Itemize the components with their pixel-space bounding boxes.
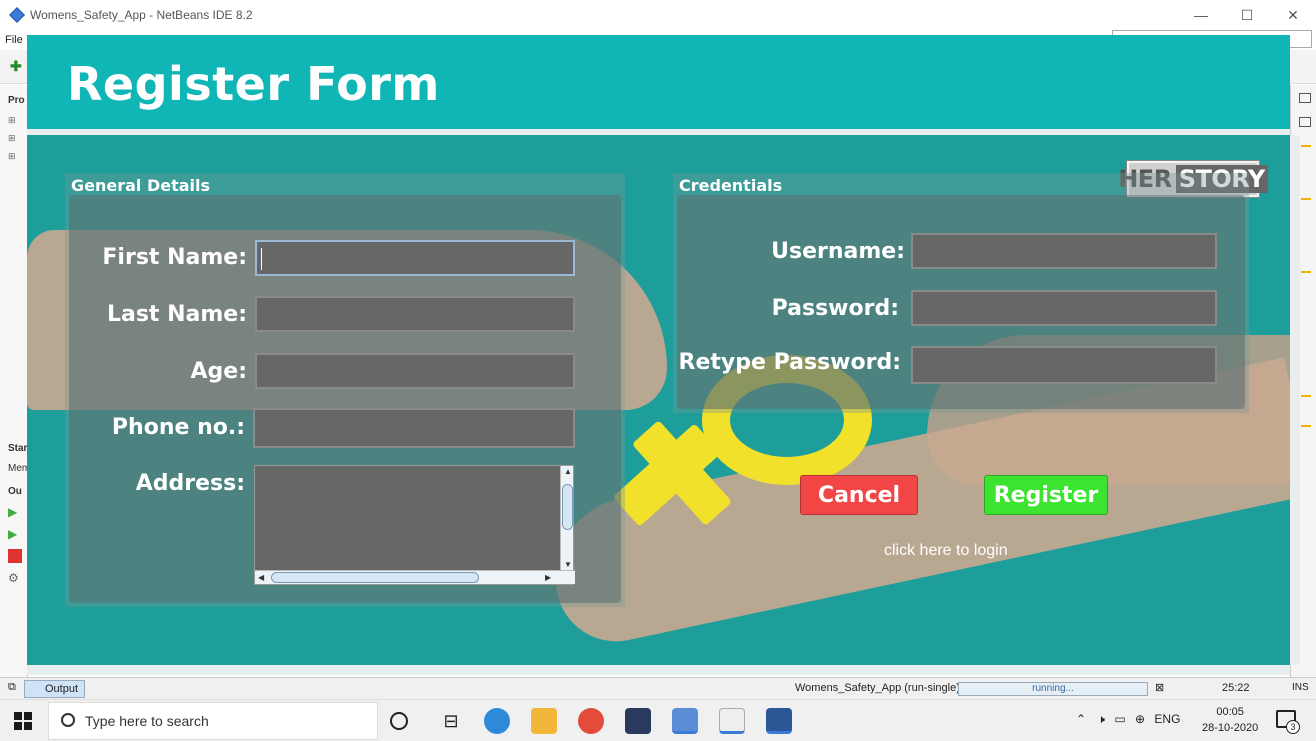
chrome-icon[interactable] [578,708,604,734]
cortana-icon[interactable] [390,712,408,730]
settings-icon[interactable]: ⚙ [8,571,22,585]
warning-marker[interactable] [1301,271,1311,273]
clock-date: 28-10-2020 [1202,722,1259,734]
close-button[interactable]: ✕ [1270,0,1316,30]
browser-icon[interactable] [484,708,510,734]
ide-left-panel: Pro ⊞ ⊞ ⊞ Star Mem Ou ▶ ▶ ⚙ [0,85,30,677]
address-textarea[interactable]: ▲ ▼ ◀ ▶ [254,465,575,585]
form-header: Register Form [27,35,1290,129]
menu-file[interactable]: File [5,34,23,46]
new-project-icon[interactable]: ✚ [10,58,26,74]
scroll-down-icon[interactable]: ▼ [564,560,572,569]
speaker-icon[interactable]: 🕨 [1097,712,1105,726]
run-progress-bar[interactable]: running... [958,682,1148,696]
search-icon [61,713,75,727]
netbeans-icon [9,7,25,23]
last-name-label: Last Name: [106,302,247,327]
scroll-up-icon[interactable]: ▲ [564,467,572,476]
cancel-button[interactable]: Cancel [800,475,918,515]
scroll-left-icon[interactable]: ◀ [258,573,264,582]
tree-expand-icon[interactable]: ⊞ [8,151,16,162]
restore-panel-icon[interactable]: ⧉ [8,681,16,694]
form-body: HER STORY General Details First Name: Las… [27,135,1290,665]
phone-input[interactable] [253,408,575,448]
address-vertical-scrollbar[interactable]: ▲ ▼ [560,466,573,570]
rerun-params-icon[interactable]: ▶ [8,527,22,541]
password-input[interactable] [911,290,1217,326]
start-button[interactable] [14,712,32,730]
file-explorer-icon[interactable] [531,708,557,734]
username-input[interactable] [911,233,1217,269]
cancel-task-icon[interactable]: ⊠ [1155,681,1164,694]
scroll-thumb[interactable] [271,572,479,583]
retype-password-label: Retype Password: [678,350,901,375]
output-tab[interactable]: Output [24,680,86,698]
username-label: Username: [771,239,905,264]
maximize-button[interactable]: ☐ [1224,0,1270,30]
age-label: Age: [190,359,248,384]
address-label: Address: [135,471,245,496]
java-icon[interactable] [719,708,745,734]
warning-marker[interactable] [1301,198,1311,200]
start-tab[interactable]: Star [8,443,27,454]
password-label: Password: [771,296,899,321]
window-controls: — ☐ ✕ [1178,0,1316,30]
search-placeholder: Type here to search [85,713,209,729]
warning-marker[interactable] [1301,425,1311,427]
credentials-title: Credentials [679,176,783,195]
mysql-icon[interactable] [625,708,651,734]
word-icon[interactable] [766,708,792,734]
task-view-icon[interactable]: ⊟ [438,708,464,734]
ide-statusbar: ⧉ Output Womens_Safety_App (run-single) … [0,677,1316,699]
general-details-title: General Details [71,176,211,195]
tree-expand-icon[interactable]: ⊞ [8,115,16,126]
network-icon[interactable]: ⊕ [1135,712,1145,726]
clock-time: 00:05 [1216,706,1244,718]
cursor-position: 25:22 [1222,682,1250,694]
retype-password-input[interactable] [911,346,1217,384]
form-vertical-scrollbar[interactable] [1290,135,1300,665]
system-tray: ⌃ 🕨 ▭ ⊕ ENG [1076,712,1180,727]
projects-tab[interactable]: Pro [8,95,25,106]
window-titlebar: Womens_Safety_App - NetBeans IDE 8.2 — ☐… [0,0,1316,30]
insert-mode: INS [1292,682,1309,693]
split-view-icon[interactable] [1299,117,1311,127]
tree-expand-icon[interactable]: ⊞ [8,133,16,144]
stop-icon[interactable] [8,549,22,563]
first-name-label: First Name: [102,245,247,270]
netbeans-taskbar-icon[interactable] [672,708,698,734]
warning-marker[interactable] [1301,395,1311,397]
scroll-thumb[interactable] [562,484,573,530]
battery-icon[interactable]: ▭ [1114,712,1125,726]
form-horizontal-scrollbar[interactable] [27,665,1290,675]
address-horizontal-scrollbar[interactable]: ◀ ▶ [255,570,575,584]
last-name-input[interactable] [255,296,575,332]
warning-marker[interactable] [1301,145,1311,147]
login-link[interactable]: click here to login [884,542,1008,560]
chevron-up-icon[interactable]: ⌃ [1076,712,1086,726]
taskbar-search-input[interactable]: Type here to search [48,702,378,740]
notification-count: 3 [1286,720,1300,734]
scroll-right-icon[interactable]: ▶ [545,573,551,582]
first-name-input[interactable] [255,240,575,276]
phone-label: Phone no.: [111,415,245,440]
maximize-panel-icon[interactable] [1299,93,1311,103]
window-title: Womens_Safety_App - NetBeans IDE 8.2 [30,8,253,22]
age-input[interactable] [255,353,575,389]
minimize-button[interactable]: — [1178,0,1224,30]
output-panel-label: Ou [8,486,22,497]
language-indicator[interactable]: ENG [1154,712,1180,726]
rerun-icon[interactable]: ▶ [8,505,22,519]
text-caret [261,248,262,270]
run-status-project: Womens_Safety_App (run-single) [795,682,960,694]
taskbar-clock[interactable]: 00:05 28-10-2020 [1202,704,1258,736]
register-button[interactable]: Register [984,475,1108,515]
page-title: Register Form [67,57,440,111]
windows-taskbar: Type here to search ⊟ ⌃ 🕨 ▭ ⊕ ENG 00:05 … [0,699,1316,741]
